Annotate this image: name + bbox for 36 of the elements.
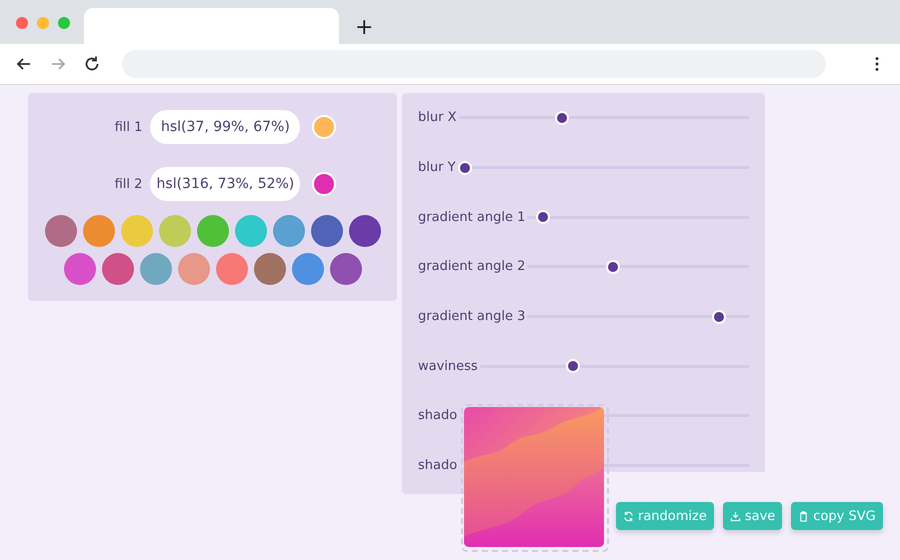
close-window-button[interactable] <box>16 17 28 29</box>
gradient-preset[interactable] <box>44 215 76 247</box>
slider-label: shado <box>418 408 458 424</box>
gradient-preset[interactable] <box>310 215 342 247</box>
color-input[interactable]: hsl(37, 99%, 67%) <box>150 110 300 144</box>
gradient-preset[interactable] <box>254 253 286 285</box>
slider-thumb[interactable] <box>536 210 550 224</box>
slider-label: blur X <box>418 110 456 126</box>
slider-thumb[interactable] <box>712 310 726 324</box>
new-tab-button[interactable]: + <box>351 15 378 40</box>
slider-label: shado <box>418 458 458 474</box>
color-swatch[interactable] <box>312 172 336 196</box>
slider-label: gradient angle 3 <box>418 309 526 324</box>
refresh-icon <box>623 510 634 522</box>
gradient-preset[interactable] <box>102 253 134 285</box>
menu-icon[interactable] <box>874 55 880 73</box>
maximize-window-button[interactable] <box>58 17 70 29</box>
gradient-preset[interactable] <box>348 215 380 247</box>
fill-label: fill 1 <box>114 120 142 134</box>
gradient-preset[interactable] <box>64 253 96 285</box>
slider-label: blur Y <box>418 160 456 176</box>
slider-label: gradient angle 2 <box>418 259 526 274</box>
slider-thumb[interactable] <box>566 359 580 374</box>
clipboard-icon <box>798 510 810 522</box>
color-swatch[interactable] <box>312 115 336 139</box>
slider-thumb[interactable] <box>606 260 620 274</box>
slider-thumb[interactable] <box>458 160 472 175</box>
slider-thumb[interactable] <box>555 110 570 125</box>
download-icon <box>730 510 741 522</box>
color-input[interactable]: hsl(316, 73%, 52%) <box>150 167 300 201</box>
slider-label: gradient angle 1 <box>418 210 526 225</box>
fill-label: fill 2 <box>114 176 142 192</box>
gradient-preset[interactable] <box>292 253 324 285</box>
minimize-window-button[interactable] <box>37 17 49 29</box>
gradient-preset[interactable] <box>330 253 362 285</box>
slider-label: waviness <box>418 358 478 374</box>
